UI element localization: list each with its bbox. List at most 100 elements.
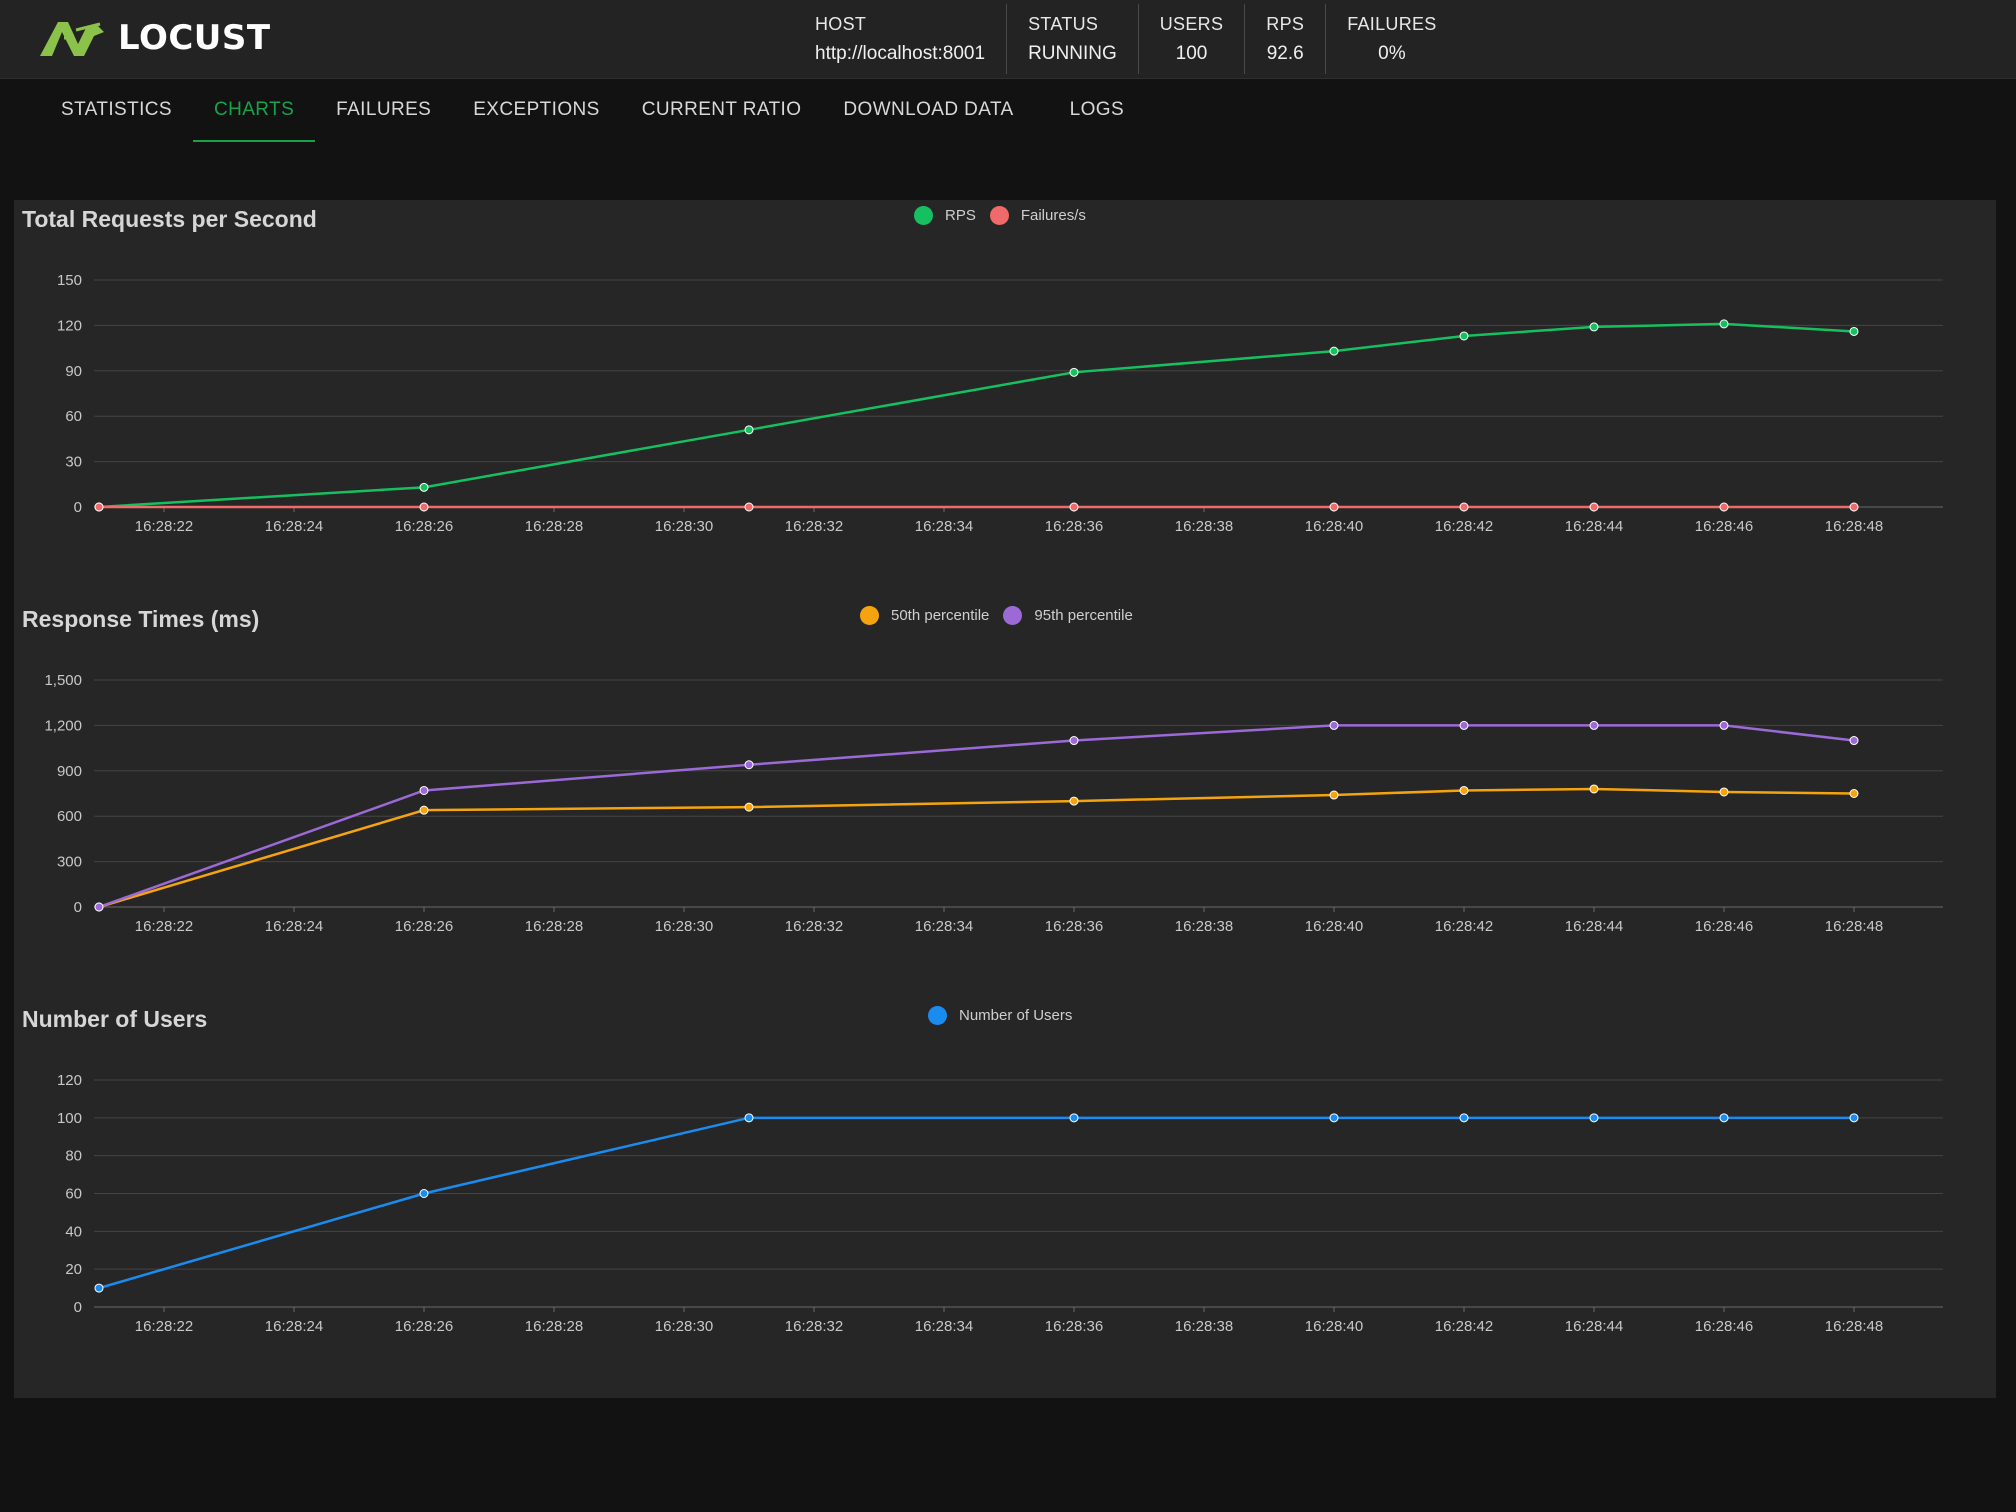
x-tick-label: 16:28:36 [1045, 518, 1103, 535]
y-tick-label: 1,500 [44, 672, 82, 689]
x-tick-label: 16:28:30 [655, 518, 713, 535]
data-point [1459, 331, 1469, 341]
x-tick-label: 16:28:24 [265, 918, 323, 935]
y-tick-label: 40 [65, 1223, 82, 1240]
y-tick-label: 150 [57, 272, 82, 289]
data-point [1069, 502, 1079, 512]
x-tick-label: 16:28:44 [1565, 1318, 1623, 1335]
data-point [1849, 736, 1859, 746]
stat-users-label: USERS [1159, 13, 1224, 34]
x-tick-label: 16:28:42 [1435, 1318, 1493, 1335]
y-tick-label: 100 [57, 1110, 82, 1127]
stat-status-value: RUNNING [1028, 42, 1117, 64]
main-tabs: STATISTICS CHARTS FAILURES EXCEPTIONS CU… [40, 90, 1145, 142]
x-tick-label: 16:28:24 [265, 518, 323, 535]
data-point [419, 785, 429, 795]
series-line [98, 322, 1855, 509]
tab-logs[interactable]: LOGS [1049, 90, 1145, 142]
data-point [1069, 1113, 1079, 1123]
x-tick-label: 16:28:22 [135, 518, 193, 535]
y-tick-label: 0 [74, 899, 82, 916]
x-tick-label: 16:28:32 [785, 518, 843, 535]
x-tick-label: 16:28:48 [1825, 918, 1883, 935]
y-tick-label: 0 [74, 499, 82, 516]
data-point [1589, 720, 1599, 730]
x-tick-label: 16:28:48 [1825, 518, 1883, 535]
data-point [419, 482, 429, 492]
x-tick-label: 16:28:32 [785, 918, 843, 935]
data-point [419, 502, 429, 512]
app-name: LOCUST [118, 18, 271, 58]
tab-charts[interactable]: CHARTS [192, 90, 316, 142]
stat-failures: FAILURES 0% [1326, 4, 1457, 74]
x-tick-label: 16:28:26 [395, 1318, 453, 1335]
x-tick-label: 16:28:38 [1175, 518, 1233, 535]
stat-rps: RPS 92.6 [1245, 4, 1327, 74]
tab-exceptions[interactable]: EXCEPTIONS [452, 90, 620, 142]
y-tick-label: 900 [57, 763, 82, 780]
x-tick-label: 16:28:44 [1565, 918, 1623, 935]
y-tick-label: 60 [65, 408, 82, 425]
locust-logo[interactable]: LOCUST [38, 16, 271, 60]
x-tick-label: 16:28:36 [1045, 918, 1103, 935]
data-point [744, 502, 754, 512]
data-point [1069, 796, 1079, 806]
data-point [1719, 720, 1729, 730]
response-times-chart: Response Times (ms) 50th percentile 95th… [14, 600, 1996, 1000]
x-tick-label: 16:28:26 [395, 918, 453, 935]
x-tick-label: 16:28:28 [525, 518, 583, 535]
y-tick-label: 80 [65, 1148, 82, 1165]
tab-statistics[interactable]: STATISTICS [40, 90, 193, 142]
response-times-chart-svg: 0 300 600 900 1,200 1,500 16:28:22 16:28:24 16:2… [44, 672, 1943, 935]
data-point [419, 805, 429, 815]
stat-status: STATUS RUNNING [1007, 4, 1139, 74]
y-tick-label: 90 [65, 363, 82, 380]
data-point [1849, 1113, 1859, 1123]
data-point [94, 902, 104, 912]
x-tick-label: 16:28:38 [1175, 1318, 1233, 1335]
locust-logo-icon [40, 22, 104, 56]
data-point [1459, 785, 1469, 795]
y-tick-label: 0 [74, 1299, 82, 1316]
y-tick-label: 600 [57, 808, 82, 825]
data-point [1329, 1113, 1339, 1123]
y-tick-label: 60 [65, 1186, 82, 1203]
y-tick-label: 20 [65, 1261, 82, 1278]
y-tick-label: 120 [57, 1072, 82, 1089]
x-tick-label: 16:28:44 [1565, 518, 1623, 535]
x-tick-label: 16:28:30 [655, 1318, 713, 1335]
stat-host-label: HOST [815, 13, 867, 34]
stat-failures-label: FAILURES [1347, 13, 1437, 34]
x-tick-label: 16:28:34 [915, 918, 973, 935]
data-point [1459, 720, 1469, 730]
data-point [1849, 326, 1859, 336]
data-point [1329, 790, 1339, 800]
stat-host: HOST http://localhost:8001 [794, 4, 1008, 74]
tab-failures[interactable]: FAILURES [315, 90, 452, 142]
stat-failures-value: 0% [1378, 42, 1406, 64]
data-point [744, 802, 754, 812]
x-tick-label: 16:28:40 [1305, 918, 1363, 935]
header-stats: HOST http://localhost:8001 STATUS RUNNIN… [794, 0, 1458, 78]
series-line [98, 1116, 1854, 1290]
x-tick-label: 16:28:42 [1435, 918, 1493, 935]
data-point [1719, 787, 1729, 797]
x-tick-label: 16:28:46 [1695, 1318, 1753, 1335]
tab-download-data[interactable]: DOWNLOAD DATA [822, 90, 1034, 142]
x-tick-label: 16:28:34 [915, 1318, 973, 1335]
data-point [1069, 367, 1079, 377]
data-point [94, 1283, 104, 1293]
data-point [1719, 502, 1729, 512]
stat-status-label: STATUS [1028, 13, 1099, 34]
stat-host-value: http://localhost:8001 [815, 42, 986, 64]
tab-current-ratio[interactable]: CURRENT RATIO [621, 90, 823, 142]
data-point [1329, 502, 1339, 512]
data-point [744, 425, 754, 435]
rps-chart: Total Requests per Second RPS Failures/s… [14, 200, 1996, 600]
data-point [1849, 789, 1859, 798]
x-tick-label: 16:28:22 [135, 918, 193, 935]
data-point [1849, 502, 1859, 512]
y-tick-label: 120 [57, 317, 82, 334]
y-tick-label: 1,200 [44, 717, 82, 734]
data-point [1589, 1113, 1599, 1123]
